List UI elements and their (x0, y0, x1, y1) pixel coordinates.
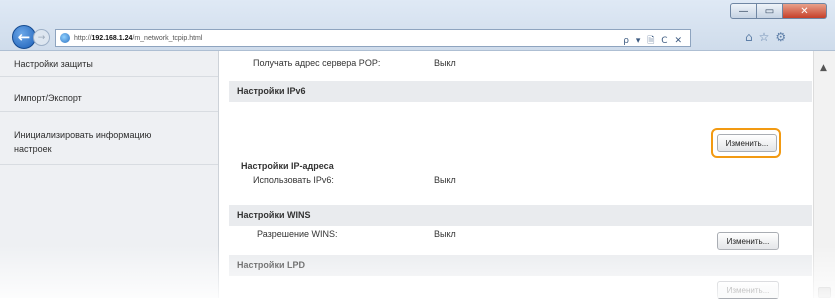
url-prefix: http:// (74, 34, 92, 42)
scroll-thumb[interactable] (818, 287, 831, 298)
lpd-edit-button[interactable]: Изменить... (717, 281, 779, 299)
ipv6-section-header: Настройки IPv6 (229, 81, 812, 102)
wins-edit-button[interactable]: Изменить... (717, 232, 779, 250)
window-controls: — ▭ ✕ (730, 3, 827, 19)
pop-label: Получать адрес сервера POP: (253, 58, 381, 68)
vertical-scrollbar[interactable]: ▲ (813, 51, 835, 298)
use-ipv6-label: Использовать IPv6: (253, 175, 334, 185)
sidebar-item-security[interactable]: Настройки защиты (0, 53, 218, 77)
address-bar[interactable]: http://192.168.1.24/m_network_tcpip.html… (55, 29, 691, 47)
scroll-up-icon[interactable]: ▲ (820, 63, 827, 73)
wins-resolution-label: Разрешение WINS: (257, 229, 338, 239)
use-ipv6-value: Выкл (434, 175, 456, 185)
wins-resolution-value: Выкл (434, 229, 456, 239)
url-path: /m_network_tcpip.html (132, 34, 203, 42)
lpd-section-header: Настройки LPD (229, 255, 812, 276)
section-title: Настройки IPv6 (237, 86, 306, 96)
sidebar-item-label: Инициализировать информацию настроек (14, 130, 152, 154)
favorites-star-icon[interactable]: ☆ (759, 30, 770, 44)
section-title: Настройки LPD (237, 260, 305, 270)
sidebar-item-initialize[interactable]: Инициализировать информацию настроек (0, 117, 218, 165)
settings-gear-icon[interactable]: ⚙ (775, 30, 786, 44)
forward-arrow-icon[interactable]: → (33, 29, 50, 46)
sidebar: Настройки защиты Импорт/Экспорт Инициали… (0, 51, 219, 298)
wins-section-header: Настройки WINS (229, 205, 812, 226)
browser-chrome: — ▭ ✕ ← → http://192.168.1.24/m_network_… (0, 0, 835, 51)
url-host: 192.168.1.24 (91, 34, 133, 42)
main-content: Получать адрес сервера POP: Выкл Настрой… (219, 51, 812, 299)
close-window-button[interactable]: ✕ (783, 3, 827, 19)
address-tools[interactable]: ρ ▾ 🗎 C ✕ (623, 33, 684, 49)
section-title: Настройки WINS (237, 210, 311, 220)
address-url[interactable]: http://192.168.1.24/m_network_tcpip.html (74, 35, 202, 42)
ip-address-subsection-title: Настройки IP-адреса (241, 161, 334, 171)
sidebar-item-import-export[interactable]: Импорт/Экспорт (0, 82, 218, 112)
highlight-callout (711, 128, 781, 158)
maximize-button[interactable]: ▭ (757, 3, 783, 19)
pop-value: Выкл (434, 58, 456, 68)
sidebar-item-label: Импорт/Экспорт (14, 93, 82, 103)
page-icon (60, 33, 70, 43)
toolbar-icons: ⌂ ☆ ⚙ (745, 30, 786, 44)
sidebar-item-label: Настройки защиты (14, 59, 93, 69)
minimize-button[interactable]: — (730, 3, 757, 19)
home-icon[interactable]: ⌂ (745, 30, 753, 44)
